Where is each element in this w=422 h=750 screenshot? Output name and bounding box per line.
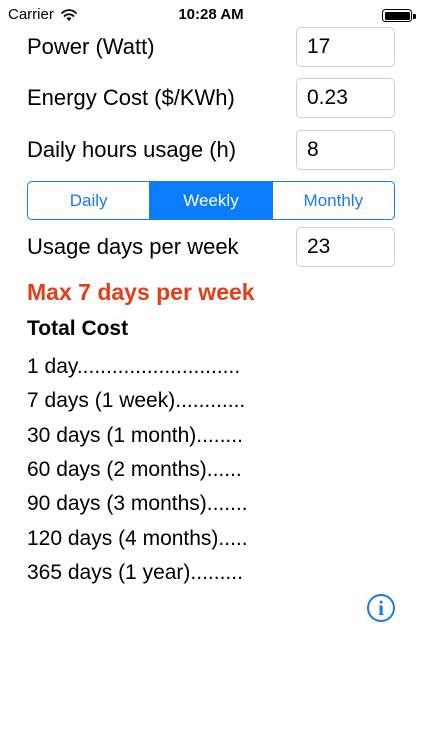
daily-hours-input[interactable]: 8 bbox=[296, 130, 395, 170]
daily-hours-row: Daily hours usage (h) 8 bbox=[27, 130, 395, 170]
warning-text: Max 7 days per week bbox=[27, 279, 255, 305]
usage-days-row: Usage days per week 23 bbox=[27, 227, 395, 267]
segment-weekly[interactable]: Weekly bbox=[150, 182, 273, 219]
battery-icon bbox=[382, 9, 416, 22]
period-segmented-control: Daily Weekly Monthly bbox=[27, 181, 395, 220]
energy-cost-label: Energy Cost ($/KWh) bbox=[27, 85, 235, 110]
power-row: Power (Watt) 17 bbox=[27, 27, 395, 67]
cost-item-60-days: 60 days (2 months)...... bbox=[27, 458, 242, 482]
cost-item-365-days: 365 days (1 year)......... bbox=[27, 560, 243, 584]
cost-list: 1 day............................ 7 days… bbox=[27, 350, 367, 590]
usage-days-label: Usage days per week bbox=[27, 234, 239, 259]
cost-item-90-days: 90 days (3 months)....... bbox=[27, 492, 248, 516]
power-input[interactable]: 17 bbox=[296, 27, 395, 67]
usage-days-input[interactable]: 23 bbox=[296, 227, 395, 267]
power-label: Power (Watt) bbox=[27, 34, 155, 59]
segment-daily[interactable]: Daily bbox=[28, 182, 151, 219]
segment-monthly[interactable]: Monthly bbox=[273, 182, 394, 219]
energy-cost-row: Energy Cost ($/KWh) 0.23 bbox=[27, 78, 395, 118]
daily-hours-label: Daily hours usage (h) bbox=[27, 137, 237, 162]
cost-item-1-day: 1 day............................ bbox=[27, 355, 241, 379]
cost-item-120-days: 120 days (4 months)..... bbox=[27, 526, 248, 550]
total-cost-title: Total Cost bbox=[27, 317, 129, 340]
energy-cost-input[interactable]: 0.23 bbox=[296, 78, 395, 118]
battery-fill bbox=[384, 11, 410, 20]
clock: 10:28 AM bbox=[178, 6, 244, 23]
status-bar: Carrier 10:28 AM bbox=[0, 0, 422, 30]
battery-cap bbox=[413, 13, 416, 19]
info-icon[interactable]: i bbox=[367, 594, 395, 622]
cost-item-30-days: 30 days (1 month)........ bbox=[27, 423, 243, 447]
cost-item-7-days: 7 days (1 week)............ bbox=[27, 389, 246, 413]
